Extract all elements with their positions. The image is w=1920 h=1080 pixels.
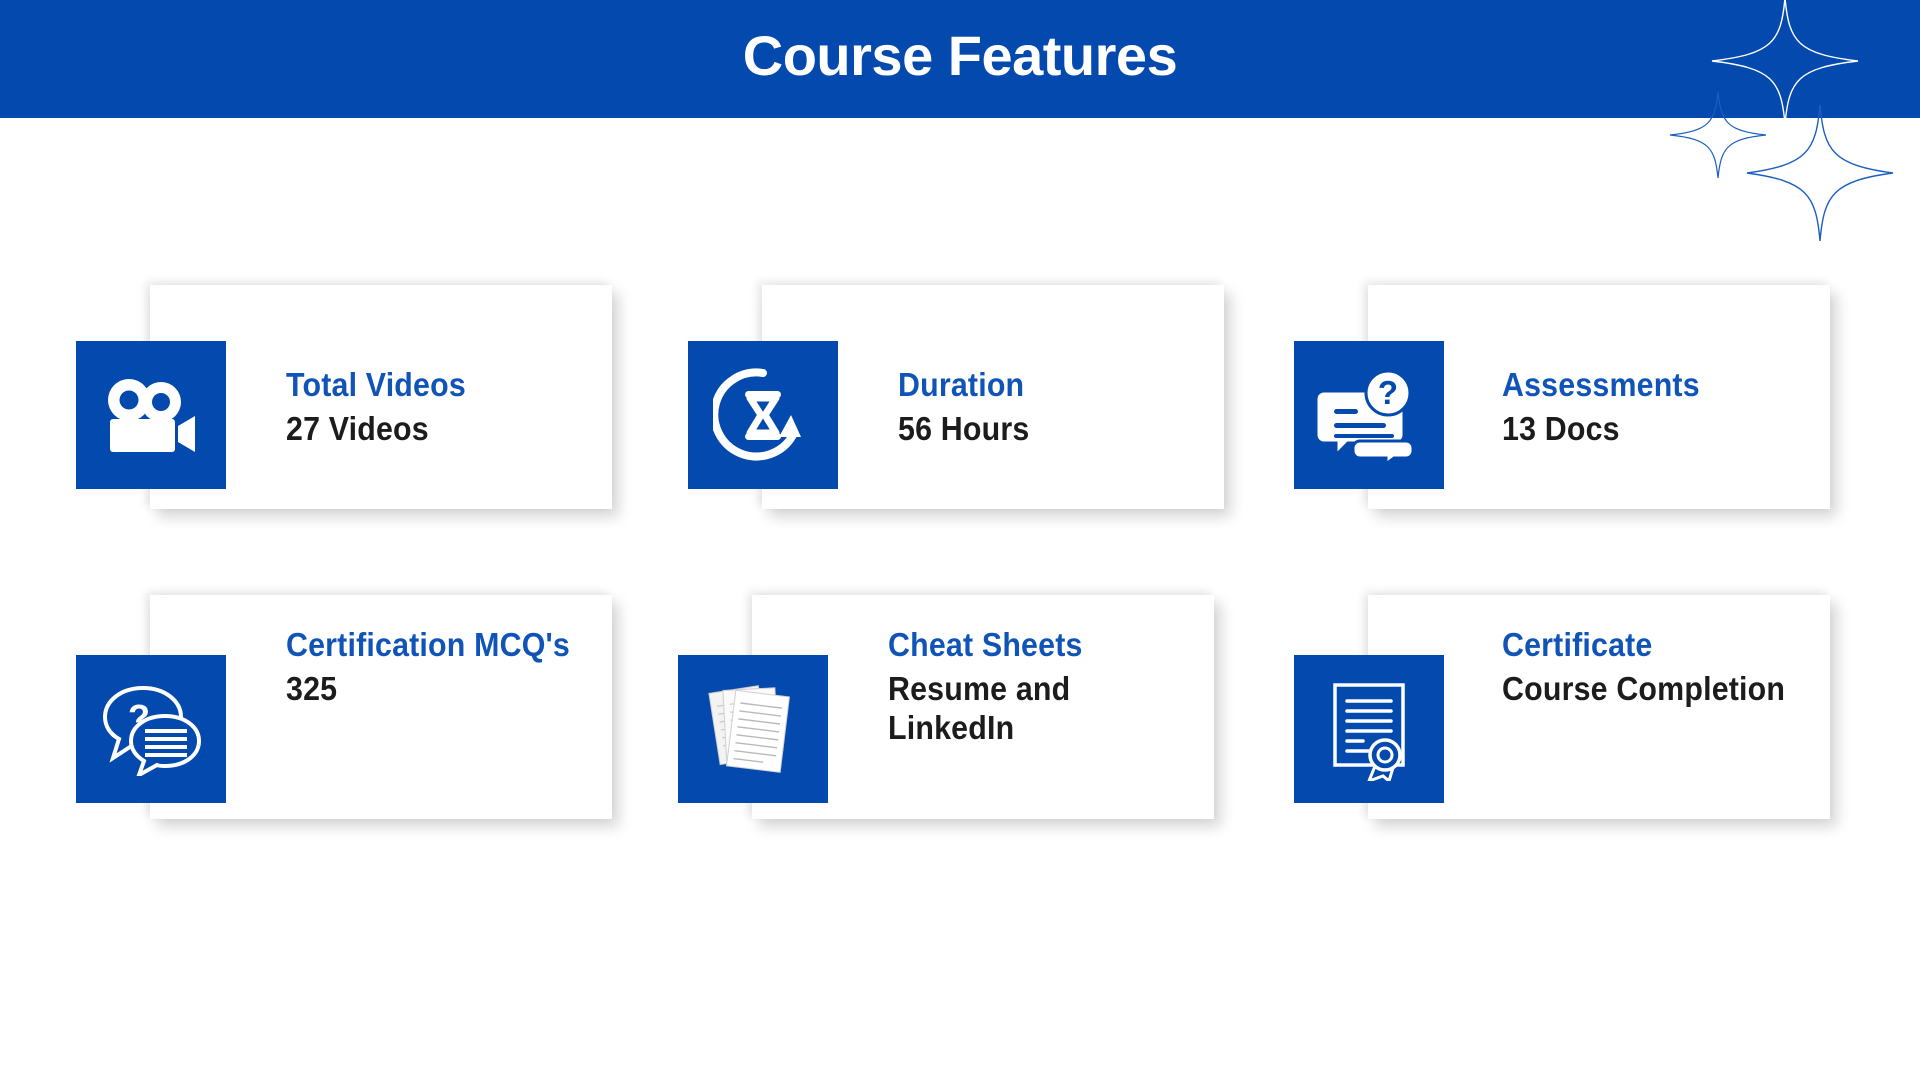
feature-value: 56 Hours bbox=[898, 409, 1030, 447]
question-chat-card-icon: ? bbox=[1294, 341, 1444, 489]
feature-card-text: Certificate Course Completion bbox=[1502, 626, 1832, 709]
page-title: Course Features bbox=[742, 24, 1178, 87]
video-camera-icon bbox=[76, 341, 226, 489]
feature-value: Resume and LinkedIn bbox=[888, 669, 1071, 746]
svg-text:?: ? bbox=[1378, 374, 1398, 411]
feature-title: Assessments bbox=[1502, 366, 1700, 403]
feature-card-text: Certification MCQ's 325 bbox=[286, 626, 616, 709]
feature-title: Duration bbox=[898, 366, 1025, 403]
certificate-ribbon-icon bbox=[1294, 655, 1444, 803]
feature-card-grid: Total Videos 27 Videos Duration 56 Hours bbox=[0, 118, 1920, 1080]
feature-value: 13 Docs bbox=[1502, 409, 1620, 447]
feature-card-text: Cheat Sheets Resume and LinkedIn bbox=[888, 626, 1218, 748]
feature-title: Total Videos bbox=[286, 366, 466, 403]
feature-title: Cheat Sheets bbox=[888, 626, 1083, 663]
feature-card-text: Assessments 13 Docs bbox=[1502, 366, 1832, 449]
feature-card-text: Duration 56 Hours bbox=[898, 366, 1228, 449]
feature-value: 27 Videos bbox=[286, 409, 429, 447]
header-band: Course Features bbox=[0, 0, 1920, 118]
hourglass-rotate-icon bbox=[688, 341, 838, 489]
feature-title: Certification MCQ's bbox=[286, 626, 570, 663]
feature-value: Course Completion bbox=[1502, 669, 1786, 707]
stacked-documents-icon bbox=[678, 655, 828, 803]
feature-card-text: Total Videos 27 Videos bbox=[286, 366, 616, 449]
question-speech-bubbles-icon: ? bbox=[76, 655, 226, 803]
feature-title: Certificate bbox=[1502, 626, 1653, 663]
slide-root: Course Features Total Videos 27 Videos D… bbox=[0, 0, 1920, 1080]
feature-value: 325 bbox=[286, 669, 338, 707]
